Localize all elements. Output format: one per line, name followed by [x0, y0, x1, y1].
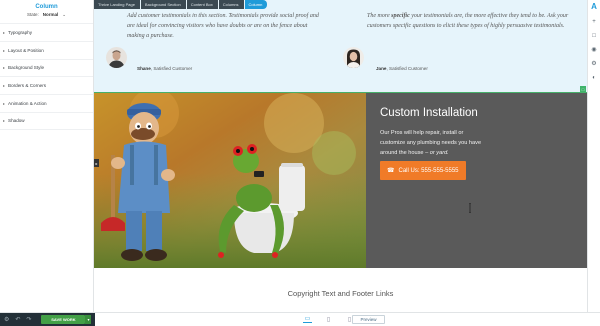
breadcrumb: Thrive Landing Page Background Section C… [94, 0, 268, 9]
state-label: State: [26, 12, 39, 17]
hero-section[interactable]: ▸ □ Custom Installation Our Pros will he… [94, 86, 587, 268]
eye-icon[interactable]: ◉ [591, 47, 596, 53]
testimonial-quote-right: The more specific your testimonials are,… [367, 13, 569, 29]
collapse-handle-icon[interactable]: ▸ [94, 159, 99, 167]
call-us-button[interactable]: ☎ Call Us: 555-555-5555 [380, 161, 466, 180]
breadcrumb-column[interactable]: Column [244, 0, 268, 9]
breadcrumb-content-box[interactable]: Content Box [186, 0, 218, 9]
state-value[interactable]: Normal [43, 12, 59, 18]
plumber-frog-image [94, 93, 366, 268]
settings-gear-icon[interactable]: ⚙ [4, 317, 9, 323]
breadcrumb-columns[interactable]: Columns [218, 0, 244, 9]
chevron-right-icon: ▸ [3, 83, 6, 89]
footer-copyright[interactable]: Copyright Text and Footer Links [94, 289, 587, 298]
avatar-shane [106, 47, 127, 68]
settings-accordion: ▸ Typography ▸ Layout & Position ▸ Backgrou… [0, 23, 93, 130]
breadcrumb-landing-page[interactable]: Thrive Landing Page [94, 0, 140, 9]
desktop-view-icon[interactable]: ▭ [303, 315, 312, 323]
device-switcher: ▭ ▯ ▯ [303, 315, 354, 323]
section-animation-action[interactable]: ▸ Animation & Action [0, 94, 93, 112]
chevron-right-icon: ▸ [3, 47, 6, 53]
phone-icon: ☎ [387, 168, 395, 174]
tablet-view-icon[interactable]: ▯ [324, 315, 333, 323]
section-layout-position[interactable]: ▸ Layout & Position [0, 40, 93, 59]
section-borders-corners[interactable]: ▸ Borders & Corners [0, 76, 93, 94]
undo-icon[interactable]: ↶ [15, 317, 20, 323]
testimonial-quote-left: Add customer testimonials in this sectio… [127, 13, 319, 39]
save-options-caret-icon[interactable]: ▾ [85, 315, 92, 324]
chevron-down-icon[interactable]: ⌄ [62, 12, 66, 18]
add-element-icon[interactable]: + [592, 19, 596, 25]
testimonials-section[interactable]: Add customer testimonials in this sectio… [94, 0, 587, 92]
testimonial-author-right: Jane, Satisfied Customer [376, 66, 428, 71]
hero-body[interactable]: Our Pros will help repair, install or cu… [380, 128, 488, 158]
right-toolbar: A + □ ◉ ⚙ ◐ [587, 0, 600, 312]
chevron-right-icon: ▸ [3, 101, 6, 107]
section-typography[interactable]: ▸ Typography [0, 23, 93, 41]
breadcrumb-background-section[interactable]: Background Section [140, 0, 186, 9]
bottom-bar: ⚙ ↶ ↷ SAVE WORK ▾ ▭ ▯ ▯ Preview [0, 312, 600, 326]
element-settings-panel: Column State: Normal ⌄ ▸ Typography ▸ Layo… [0, 0, 94, 312]
text-cursor-icon [469, 203, 471, 213]
chevron-right-icon: ▸ [3, 118, 6, 124]
settings-icon[interactable]: ⚙ [591, 61, 596, 67]
editor-canvas[interactable]: Add customer testimonials in this sectio… [94, 0, 587, 312]
state-selector[interactable]: State: Normal ⌄ [0, 12, 93, 18]
save-work-button[interactable]: SAVE WORK [41, 315, 86, 324]
bottom-left-controls: ⚙ ↶ ↷ SAVE WORK ▾ [0, 313, 95, 326]
logo-icon[interactable]: A [591, 3, 597, 11]
color-icon[interactable]: ◐ [592, 75, 596, 81]
panel-header: Column State: Normal ⌄ [0, 0, 93, 22]
column-handle-icon[interactable]: □ [580, 86, 586, 92]
call-us-label: Call Us: 555-555-5555 [398, 167, 459, 174]
templates-icon[interactable]: □ [592, 33, 596, 39]
panel-title: Column [35, 4, 58, 10]
section-shadow[interactable]: ▸ Shadow [0, 111, 93, 130]
section-background-style[interactable]: ▸ Background Style [0, 58, 93, 77]
chevron-right-icon: ▸ [3, 65, 6, 71]
redo-icon[interactable]: ↷ [26, 317, 31, 323]
avatar-jane [343, 47, 364, 68]
hero-text-column[interactable]: □ Custom Installation Our Pros will help… [366, 86, 587, 268]
testimonial-author-left: Shane, Satisfied Customer [137, 66, 193, 71]
preview-button[interactable]: Preview [352, 315, 385, 324]
hero-title[interactable]: Custom Installation [380, 107, 478, 119]
chevron-right-icon: ▸ [3, 29, 6, 35]
